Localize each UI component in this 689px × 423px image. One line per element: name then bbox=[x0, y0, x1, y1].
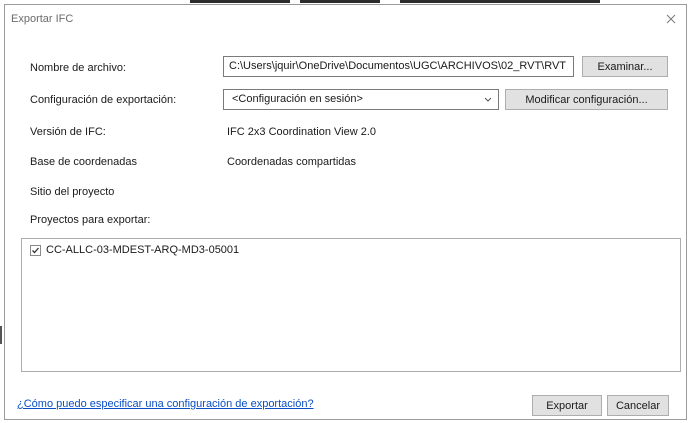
help-link[interactable]: ¿Cómo puedo especificar una configuració… bbox=[17, 398, 314, 410]
file-name-label: Nombre de archivo: bbox=[30, 62, 126, 74]
projects-label: Proyectos para exportar: bbox=[30, 214, 151, 226]
project-checkbox[interactable] bbox=[30, 244, 41, 256]
checkmark-icon bbox=[32, 247, 39, 253]
project-site-label: Sitio del proyecto bbox=[30, 186, 115, 198]
ifc-version-label: Versión de IFC: bbox=[30, 126, 106, 138]
coordinate-base-value: Coordenadas compartidas bbox=[227, 156, 357, 168]
export-config-selected: <Configuración en sesión> bbox=[232, 93, 363, 105]
background-window-edge-segment bbox=[190, 0, 290, 3]
background-window-edge-mark bbox=[0, 326, 2, 344]
cancel-button[interactable]: Cancelar bbox=[607, 395, 669, 416]
projects-list[interactable]: CC-ALLC-03-MDEST-ARQ-MD3-05001 bbox=[21, 238, 681, 372]
background-window-edge-segment bbox=[400, 0, 600, 3]
project-name: CC-ALLC-03-MDEST-ARQ-MD3-05001 bbox=[46, 244, 240, 256]
export-config-select[interactable]: <Configuración en sesión> bbox=[223, 89, 499, 110]
close-button[interactable] bbox=[656, 5, 686, 33]
ifc-version-value: IFC 2x3 Coordination View 2.0 bbox=[227, 126, 376, 138]
title-bar: Exportar IFC bbox=[5, 5, 686, 33]
export-ifc-dialog: Exportar IFC Nombre de archivo: C:\Users… bbox=[4, 4, 687, 420]
chevron-down-icon bbox=[482, 92, 494, 106]
file-name-input[interactable]: C:\Users\jquir\OneDrive\Documentos\UGC\A… bbox=[223, 56, 574, 77]
close-icon bbox=[666, 14, 676, 24]
background-window-edge-segment bbox=[300, 0, 380, 3]
browse-button[interactable]: Examinar... bbox=[582, 56, 668, 77]
list-item[interactable]: CC-ALLC-03-MDEST-ARQ-MD3-05001 bbox=[30, 244, 239, 256]
modify-config-button[interactable]: Modificar configuración... bbox=[505, 89, 668, 110]
export-button[interactable]: Exportar bbox=[532, 395, 602, 416]
export-config-label: Configuración de exportación: bbox=[30, 94, 177, 106]
dialog-title: Exportar IFC bbox=[11, 13, 74, 25]
coordinate-base-label: Base de coordenadas bbox=[30, 156, 138, 168]
